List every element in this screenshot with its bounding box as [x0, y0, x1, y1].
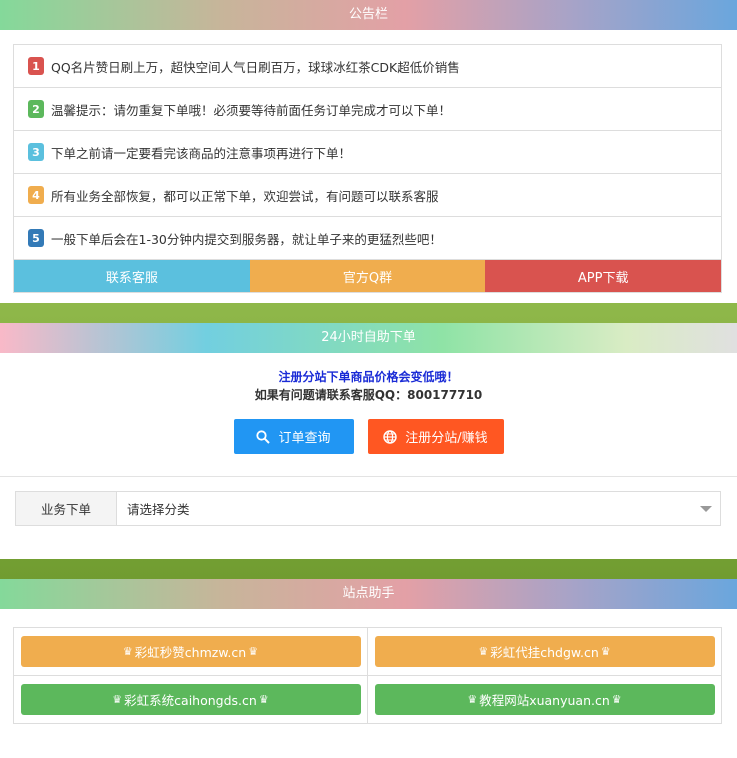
order-button-group: 订单查询 注册分站/赚钱 — [0, 419, 737, 454]
order-message: 注册分站下单商品价格会变低哦！ 如果有问题请联系客服QQ：800177710 — [0, 368, 737, 404]
app-download-button[interactable]: APP下载 — [485, 260, 722, 292]
notice-title: 公告栏 — [0, 0, 737, 30]
register-substation-label: 注册分站/赚钱 — [405, 431, 488, 446]
official-qq-group-button[interactable]: 官方Q群 — [249, 260, 486, 292]
contact-support-button[interactable]: 联系客服 — [14, 260, 250, 292]
notice-number-badge: 4 — [28, 186, 44, 204]
notice-list: 1 QQ名片赞日刷上万，超快空间人气日刷百万，球球冰红茶CDK超低价销售 2 温… — [13, 44, 722, 293]
site-link-row: ♛ 彩虹系统caihongds.cn ♛ ♛ 教程网站xuanyuan.cn ♛ — [14, 676, 721, 723]
notice-number-badge: 1 — [28, 57, 44, 75]
crown-icon: ♛ — [600, 645, 611, 658]
globe-icon — [383, 429, 397, 444]
notice-text: 下单之前请一定要看完该商品的注意事项再进行下单！ — [51, 145, 352, 161]
register-substation-button[interactable]: 注册分站/赚钱 — [367, 419, 504, 454]
site-link-cell: ♛ 彩虹秒赞chmzw.cn ♛ — [14, 628, 368, 675]
site-link-label: 彩虹代挂chdgw.cn — [490, 645, 599, 660]
site-link-label: 教程网站xuanyuan.cn — [479, 693, 610, 708]
notice-item: 2 温馨提示：请勿重复下单哦！必须要等待前面任务订单完成才可以下单！ — [14, 88, 721, 131]
site-link-row: ♛ 彩虹秒赞chmzw.cn ♛ ♛ 彩虹代挂chdgw.cn ♛ — [14, 628, 721, 676]
crown-icon: ♛ — [112, 693, 123, 706]
crown-icon: ♛ — [611, 693, 622, 706]
divider — [0, 476, 737, 477]
crown-icon: ♛ — [122, 645, 133, 658]
category-select-row: 业务下单 请选择分类 — [15, 491, 721, 526]
notice-item: 1 QQ名片赞日刷上万，超快空间人气日刷百万，球球冰红茶CDK超低价销售 — [14, 45, 721, 88]
site-link-button[interactable]: ♛ 彩虹系统caihongds.cn ♛ — [20, 684, 361, 715]
notice-number-badge: 2 — [28, 100, 44, 118]
notice-item: 3 下单之前请一定要看完该商品的注意事项再进行下单！ — [14, 131, 721, 174]
notice-text: 温馨提示：请勿重复下单哦！必须要等待前面任务订单完成才可以下单！ — [51, 102, 452, 118]
crown-icon: ♛ — [258, 693, 269, 706]
site-helper-panel: 站点助手 ♛ 彩虹秒赞chmzw.cn ♛ ♛ 彩虹代挂chdgw.cn ♛ ♛… — [0, 579, 737, 758]
site-link-cell: ♛ 彩虹系统caihongds.cn ♛ — [14, 676, 368, 723]
search-icon — [256, 429, 271, 444]
notice-number-badge: 5 — [28, 229, 44, 247]
site-link-cell: ♛ 彩虹代挂chdgw.cn ♛ — [368, 628, 721, 675]
notice-number-badge: 3 — [28, 143, 44, 161]
notice-text: 所有业务全部恢复，都可以正常下单，欢迎尝试，有问题可以联系客服 — [51, 188, 439, 204]
notice-text: QQ名片赞日刷上万，超快空间人气日刷百万，球球冰红茶CDK超低价销售 — [51, 59, 460, 75]
order-panel: 24小时自助下单 注册分站下单商品价格会变低哦！ 如果有问题请联系客服QQ：80… — [0, 323, 737, 559]
order-title: 24小时自助下单 — [0, 323, 737, 353]
site-link-cell: ♛ 教程网站xuanyuan.cn ♛ — [368, 676, 721, 723]
order-query-label: 订单查询 — [278, 431, 331, 446]
notice-panel: 公告栏 1 QQ名片赞日刷上万，超快空间人气日刷百万，球球冰红茶CDK超低价销售… — [0, 0, 737, 303]
notice-item: 4 所有业务全部恢复，都可以正常下单，欢迎尝试，有问题可以联系客服 — [14, 174, 721, 217]
crown-icon: ♛ — [248, 645, 259, 658]
notice-item: 5 一般下单后会在1-30分钟内提交到服务器，就让单子来的更猛烈些吧！ — [14, 217, 721, 260]
crown-icon: ♛ — [478, 645, 489, 658]
notice-text: 一般下单后会在1-30分钟内提交到服务器，就让单子来的更猛烈些吧！ — [51, 231, 442, 247]
crown-icon: ♛ — [467, 693, 478, 706]
site-link-button[interactable]: ♛ 彩虹秒赞chmzw.cn ♛ — [20, 636, 361, 667]
chevron-down-icon — [700, 506, 712, 512]
support-qq-text: 如果有问题请联系客服QQ：800177710 — [254, 388, 483, 402]
site-helper-title: 站点助手 — [0, 579, 737, 609]
site-link-label: 彩虹系统caihongds.cn — [124, 693, 257, 708]
category-label: 业务下单 — [16, 492, 117, 525]
site-link-grid: ♛ 彩虹秒赞chmzw.cn ♛ ♛ 彩虹代挂chdgw.cn ♛ ♛ 彩虹系统… — [13, 627, 722, 724]
category-select-value: 请选择分类 — [127, 502, 190, 517]
site-link-button[interactable]: ♛ 教程网站xuanyuan.cn ♛ — [374, 684, 715, 715]
site-link-button[interactable]: ♛ 彩虹代挂chdgw.cn ♛ — [374, 636, 715, 667]
notice-button-row: 联系客服 官方Q群 APP下载 — [14, 260, 722, 292]
site-link-label: 彩虹秒赞chmzw.cn — [134, 645, 247, 660]
price-tip-text: 注册分站下单商品价格会变低哦！ — [278, 370, 459, 384]
order-query-button[interactable]: 订单查询 — [233, 419, 354, 454]
category-select[interactable]: 请选择分类 — [117, 492, 720, 525]
